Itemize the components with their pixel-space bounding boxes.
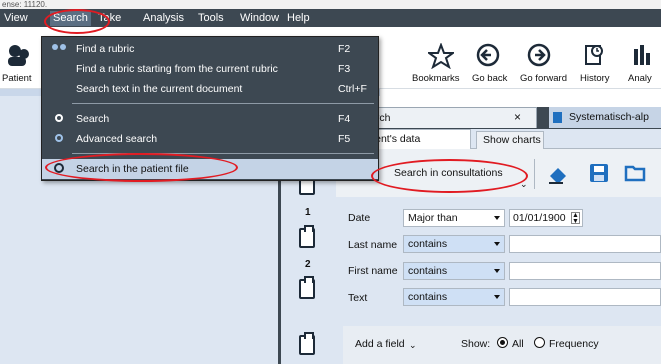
- add-field-bar: Add a field ⌄ Show: All Frequency: [343, 326, 661, 364]
- show-label: Show:: [461, 338, 491, 350]
- chevron-down-icon[interactable]: ⌄: [409, 340, 417, 351]
- patient-search-icon: [54, 163, 64, 173]
- menu-item-advanced-search[interactable]: Advanced search F5: [42, 129, 378, 149]
- menu-item-label: Search text in the current document: [76, 83, 243, 95]
- chevron-down-icon[interactable]: ⌄: [520, 179, 528, 190]
- search-menu: Find a rubric F2 Find a rubric starting …: [41, 36, 379, 181]
- tab-show-charts-label: Show charts: [483, 134, 541, 146]
- save-icon[interactable]: [588, 162, 610, 184]
- bookmarks-icon[interactable]: [428, 43, 454, 69]
- go-forward-icon[interactable]: [527, 43, 551, 67]
- menu-item-find-rubric-current[interactable]: Find a rubric starting from the current …: [42, 59, 378, 79]
- filter-field-label: First name: [348, 265, 398, 277]
- menu-item-label: Find a rubric: [76, 43, 135, 55]
- search-action-bar: Search in consultations ⌄: [336, 149, 661, 197]
- filter-operator-value: contains: [408, 291, 448, 303]
- radio-frequency[interactable]: [534, 337, 545, 348]
- menu-view[interactable]: View: [4, 11, 28, 26]
- date-value: 01/01/1900: [513, 212, 566, 224]
- toolbar-divider: [534, 159, 535, 189]
- tab-systematisch[interactable]: Systematisch-alp: [549, 107, 661, 128]
- text-input[interactable]: [509, 288, 661, 306]
- window-title: ense: 11120.: [0, 0, 661, 9]
- magnifier-icon: [55, 114, 63, 122]
- menu-item-shortcut: F3: [338, 63, 351, 75]
- radio-all-label: All: [512, 338, 524, 350]
- menu-analysis[interactable]: Analysis: [143, 11, 184, 26]
- menu-separator: [72, 153, 374, 154]
- tab-show-charts[interactable]: Show charts: [476, 131, 544, 149]
- go-forward-button[interactable]: Go forward: [520, 73, 567, 84]
- book-icon: [553, 112, 562, 123]
- filter-operator-select[interactable]: contains: [403, 235, 505, 253]
- folder-open-icon[interactable]: [624, 163, 648, 183]
- patient-label: Patient: [2, 73, 32, 84]
- filter-operator-select[interactable]: Major than: [403, 209, 505, 227]
- menu-item-shortcut: F5: [338, 133, 351, 145]
- consultation-timeline: 1 2: [281, 155, 336, 364]
- add-field-button[interactable]: Add a field: [355, 338, 405, 350]
- menu-help[interactable]: Help: [287, 11, 310, 26]
- search-in-consultations-button[interactable]: Search in consultations: [394, 167, 503, 179]
- menu-item-search-patient-file[interactable]: Search in the patient file: [42, 159, 378, 179]
- filter-operator-value: contains: [408, 238, 448, 250]
- first-name-input[interactable]: [509, 262, 661, 280]
- filter-operator-select[interactable]: contains: [403, 288, 505, 306]
- menu-item-search-text[interactable]: Search text in the current document Ctrl…: [42, 79, 378, 99]
- last-name-input[interactable]: [509, 235, 661, 253]
- clipboard-icon[interactable]: [299, 276, 315, 299]
- menu-search[interactable]: Search: [50, 11, 91, 26]
- menu-bar: View Search Take Analysis Tools Window H…: [0, 9, 661, 27]
- menu-item-shortcut: F2: [338, 43, 351, 55]
- filter-field-label: Text: [348, 292, 368, 304]
- menu-item-shortcut: Ctrl+F: [338, 83, 367, 95]
- filter-operator-value: Major than: [408, 212, 458, 224]
- menu-item-label: Search: [76, 113, 110, 125]
- eraser-icon[interactable]: [546, 162, 570, 186]
- history-icon[interactable]: [583, 43, 605, 67]
- menu-tools[interactable]: Tools: [198, 11, 224, 26]
- menu-item-label: Find a rubric starting from the current …: [76, 63, 278, 75]
- menu-item-search[interactable]: Search F4: [42, 109, 378, 129]
- radio-all[interactable]: [497, 337, 508, 348]
- binoculars-icon-right: [60, 44, 66, 50]
- filter-fields: Date Major than 01/01/1900 ▲ ▼ Last name …: [343, 200, 661, 312]
- analysis-button[interactable]: Analy: [628, 73, 652, 84]
- filter-operator-value: contains: [408, 265, 448, 277]
- advanced-search-icon: [55, 134, 63, 142]
- timeline-number: 2: [305, 259, 311, 270]
- binoculars-icon: [52, 44, 58, 50]
- menu-separator: [72, 103, 374, 104]
- clipboard-icon[interactable]: [299, 225, 315, 248]
- menu-item-label: Advanced search: [76, 133, 158, 145]
- date-spinner[interactable]: ▲ ▼: [571, 212, 580, 225]
- analysis-icon[interactable]: [632, 43, 654, 67]
- menu-item-find-rubric[interactable]: Find a rubric F2: [42, 39, 378, 59]
- menu-take[interactable]: Take: [98, 11, 121, 26]
- clipboard-icon[interactable]: [299, 332, 315, 355]
- history-button[interactable]: History: [580, 73, 610, 84]
- menu-window[interactable]: Window: [240, 11, 279, 26]
- go-back-button[interactable]: Go back: [472, 73, 507, 84]
- timeline-number: 1: [305, 207, 311, 218]
- date-input[interactable]: 01/01/1900 ▲ ▼: [509, 209, 583, 227]
- filter-field-label: Last name: [348, 239, 398, 251]
- radio-frequency-label: Frequency: [549, 338, 599, 350]
- menu-item-shortcut: F4: [338, 113, 351, 125]
- filter-operator-select[interactable]: contains: [403, 262, 505, 280]
- menu-item-label: Search in the patient file: [76, 163, 189, 175]
- patient-icon[interactable]: [6, 43, 30, 67]
- close-tab-icon[interactable]: ×: [514, 110, 521, 124]
- go-back-icon[interactable]: [476, 43, 500, 67]
- bookmarks-button[interactable]: Bookmarks: [412, 73, 460, 84]
- filter-field-label: Date: [348, 212, 371, 224]
- tab-systematisch-label: Systematisch-alp: [569, 111, 649, 123]
